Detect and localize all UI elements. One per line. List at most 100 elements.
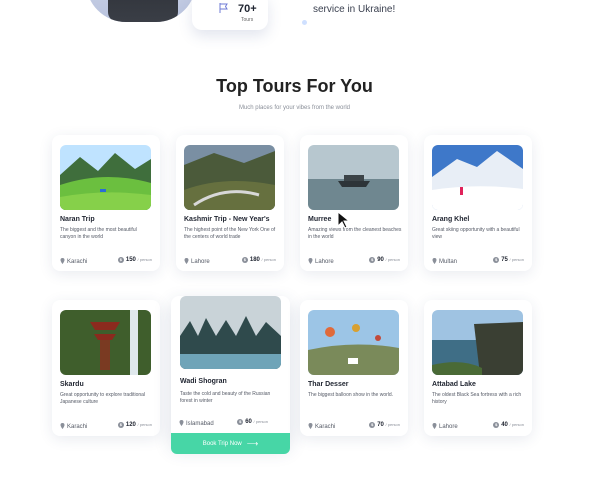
per-person-label: / person <box>385 422 400 427</box>
tour-price: $150 / person <box>117 257 152 263</box>
per-person-label: / person <box>137 422 152 427</box>
tour-image <box>308 145 399 210</box>
price-value: 90 <box>377 257 384 263</box>
section-title: Top Tours For You <box>216 76 373 96</box>
decor-dot <box>302 20 307 25</box>
tour-price: $75 / person <box>493 257 524 263</box>
tour-card[interactable]: Naran Trip The biggest and the most beau… <box>52 135 160 271</box>
location-pin-icon <box>184 258 189 264</box>
tour-name: Naran Trip <box>60 216 95 223</box>
tours-count-chip: 70+ Tours <box>192 0 268 30</box>
tours-label: Tours <box>241 17 254 23</box>
tour-description: The oldest Black Sea fortress with a ric… <box>432 392 522 405</box>
mouse-cursor-icon <box>337 211 351 229</box>
tour-price: $60 / person <box>237 419 268 425</box>
dollar-icon: $ <box>493 257 500 263</box>
tour-card-featured[interactable]: Wadi Shogran Taste the cold and beauty o… <box>171 296 290 444</box>
per-person-label: / person <box>253 419 268 424</box>
dollar-icon: $ <box>237 419 244 425</box>
price-value: 120 <box>125 422 136 428</box>
location-label: Karachi <box>315 424 336 430</box>
tour-name: Attabad Lake <box>432 381 476 388</box>
location-label: Lahore <box>191 259 210 265</box>
arrow-right-icon: ⟶ <box>246 439 259 448</box>
tour-location: Karachi <box>308 423 335 430</box>
tour-name: Murree <box>308 216 332 223</box>
per-person-label: / person <box>137 257 152 262</box>
location-pin-icon <box>60 258 65 264</box>
tour-location: Lahore <box>308 258 334 265</box>
tour-description: The biggest balloon show in the world. <box>308 392 394 398</box>
flag-icon <box>219 3 228 13</box>
tour-price: $180 / person <box>241 257 276 263</box>
tour-description: Great skiing opportunity with a beautifu… <box>432 227 520 240</box>
tour-description: Taste the cold and beauty of the Russian… <box>180 391 271 404</box>
location-label: Lahore <box>315 259 334 265</box>
tour-card[interactable]: Attabad Lake The oldest Black Sea fortre… <box>424 300 532 436</box>
price-value: 60 <box>245 419 252 425</box>
price-value: 180 <box>249 257 260 263</box>
dollar-icon: $ <box>369 422 376 428</box>
tour-name: Wadi Shogran <box>180 378 227 385</box>
per-person-label: / person <box>509 257 524 262</box>
tour-price: $70 / person <box>369 422 400 428</box>
tour-card[interactable]: Skardu Great opportunity to explore trad… <box>52 300 160 436</box>
section-subtitle: Much places for your vibes from the worl… <box>238 105 351 111</box>
location-label: Lahore <box>439 424 458 430</box>
tour-card[interactable]: Thar Desser The biggest balloon show in … <box>300 300 408 436</box>
tour-name: Skardu <box>60 381 84 388</box>
tour-location: Karachi <box>60 423 87 430</box>
per-person-label: / person <box>261 257 276 262</box>
location-label: Karachi <box>67 259 88 265</box>
hero-tagline: service in Ukraine! <box>313 4 396 15</box>
dollar-icon: $ <box>241 257 248 263</box>
tour-image <box>60 145 151 210</box>
location-label: Islamabad <box>186 421 214 427</box>
tour-image <box>184 145 275 210</box>
tour-name: Arang Khel <box>432 216 470 223</box>
tour-description: The highest point of the New York One of… <box>184 227 276 240</box>
location-pin-icon <box>308 423 313 429</box>
dollar-icon: $ <box>117 257 124 263</box>
location-pin-icon <box>60 423 65 429</box>
location-pin-icon <box>308 258 313 264</box>
tour-description: Great opportunity to explore traditional… <box>60 392 146 405</box>
tours-count: 70+ <box>238 3 257 15</box>
dollar-icon: $ <box>369 257 376 263</box>
tour-price: $120 / person <box>117 422 152 428</box>
tour-image <box>60 310 151 375</box>
dollar-icon: $ <box>117 422 124 428</box>
book-trip-button[interactable]: Book Trip Now ⟶ <box>171 433 290 454</box>
tour-image <box>180 296 281 369</box>
tour-name: Thar Desser <box>308 381 349 388</box>
tour-price: $40 / person <box>493 422 524 428</box>
price-value: 75 <box>501 257 508 263</box>
hero-photo <box>86 0 196 22</box>
tour-price: $90 / person <box>369 257 400 263</box>
tour-image <box>308 310 399 375</box>
dollar-icon: $ <box>493 422 500 428</box>
tour-location: Multan <box>432 258 457 265</box>
tour-image <box>432 145 523 210</box>
location-pin-icon <box>179 420 184 426</box>
tour-description: Amazing views from the cleanest beaches … <box>308 227 402 240</box>
tour-description: The biggest and the most beautiful canyo… <box>60 227 137 240</box>
tour-image <box>432 310 523 375</box>
per-person-label: / person <box>385 257 400 262</box>
tour-card[interactable]: Arang Khel Great skiing opportunity with… <box>424 135 532 271</box>
price-value: 40 <box>501 422 508 428</box>
tour-card[interactable]: Kashmir Trip - New Year's The highest po… <box>176 135 284 271</box>
price-value: 150 <box>125 257 136 263</box>
per-person-label: / person <box>509 422 524 427</box>
book-trip-label: Book Trip Now <box>202 441 242 447</box>
location-label: Multan <box>439 259 458 265</box>
tour-card[interactable]: Murree Amazing views from the cleanest b… <box>300 135 408 271</box>
tour-name: Kashmir Trip - New Year's <box>184 216 270 223</box>
price-value: 70 <box>377 422 384 428</box>
person-image <box>108 0 178 22</box>
tour-location: Karachi <box>60 258 87 265</box>
tour-location: Lahore <box>432 423 458 430</box>
location-pin-icon <box>432 258 437 264</box>
tour-location: Islamabad <box>179 420 214 427</box>
tour-location: Lahore <box>184 258 210 265</box>
